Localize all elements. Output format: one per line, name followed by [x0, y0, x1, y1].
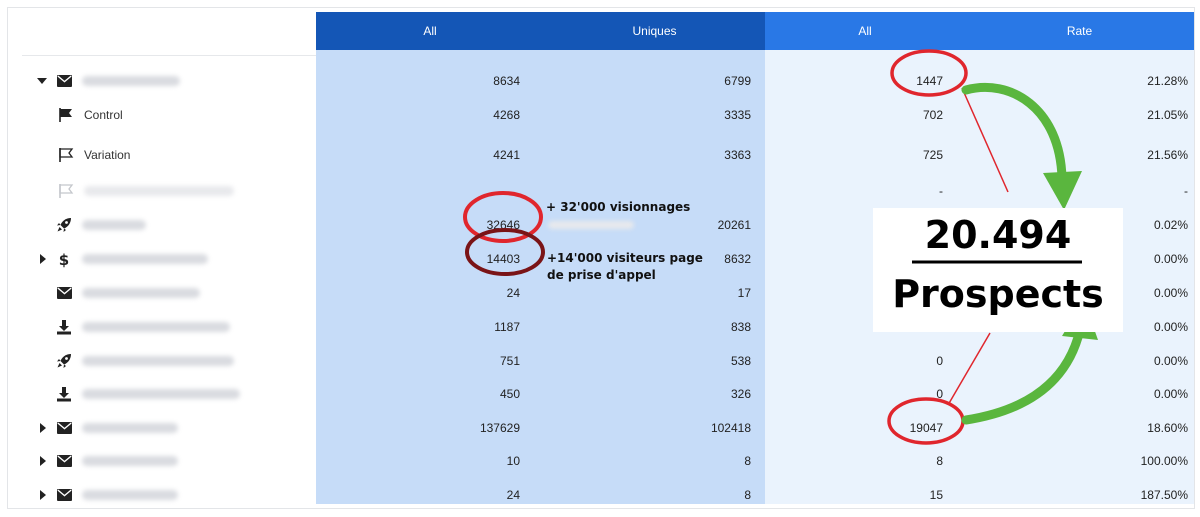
annotation-visitors-line1: +14'000 visiteurs page — [547, 251, 703, 265]
highlight-circle-19047 — [887, 397, 965, 445]
connector-line-top — [961, 87, 1009, 193]
highlight-circle-14403 — [465, 228, 545, 276]
redacted-annotation-text — [548, 221, 634, 229]
annotation-views: + 32'000 visionnages — [546, 200, 691, 214]
big-label: Prospects — [892, 272, 1104, 316]
highlight-circle-1447 — [890, 49, 968, 97]
connector-line-bottom — [947, 332, 991, 406]
green-arrow-top-icon — [961, 82, 1082, 210]
annotation-visitors-line2: de prise d'appel — [547, 268, 656, 282]
big-number: 20.494 — [924, 213, 1072, 257]
